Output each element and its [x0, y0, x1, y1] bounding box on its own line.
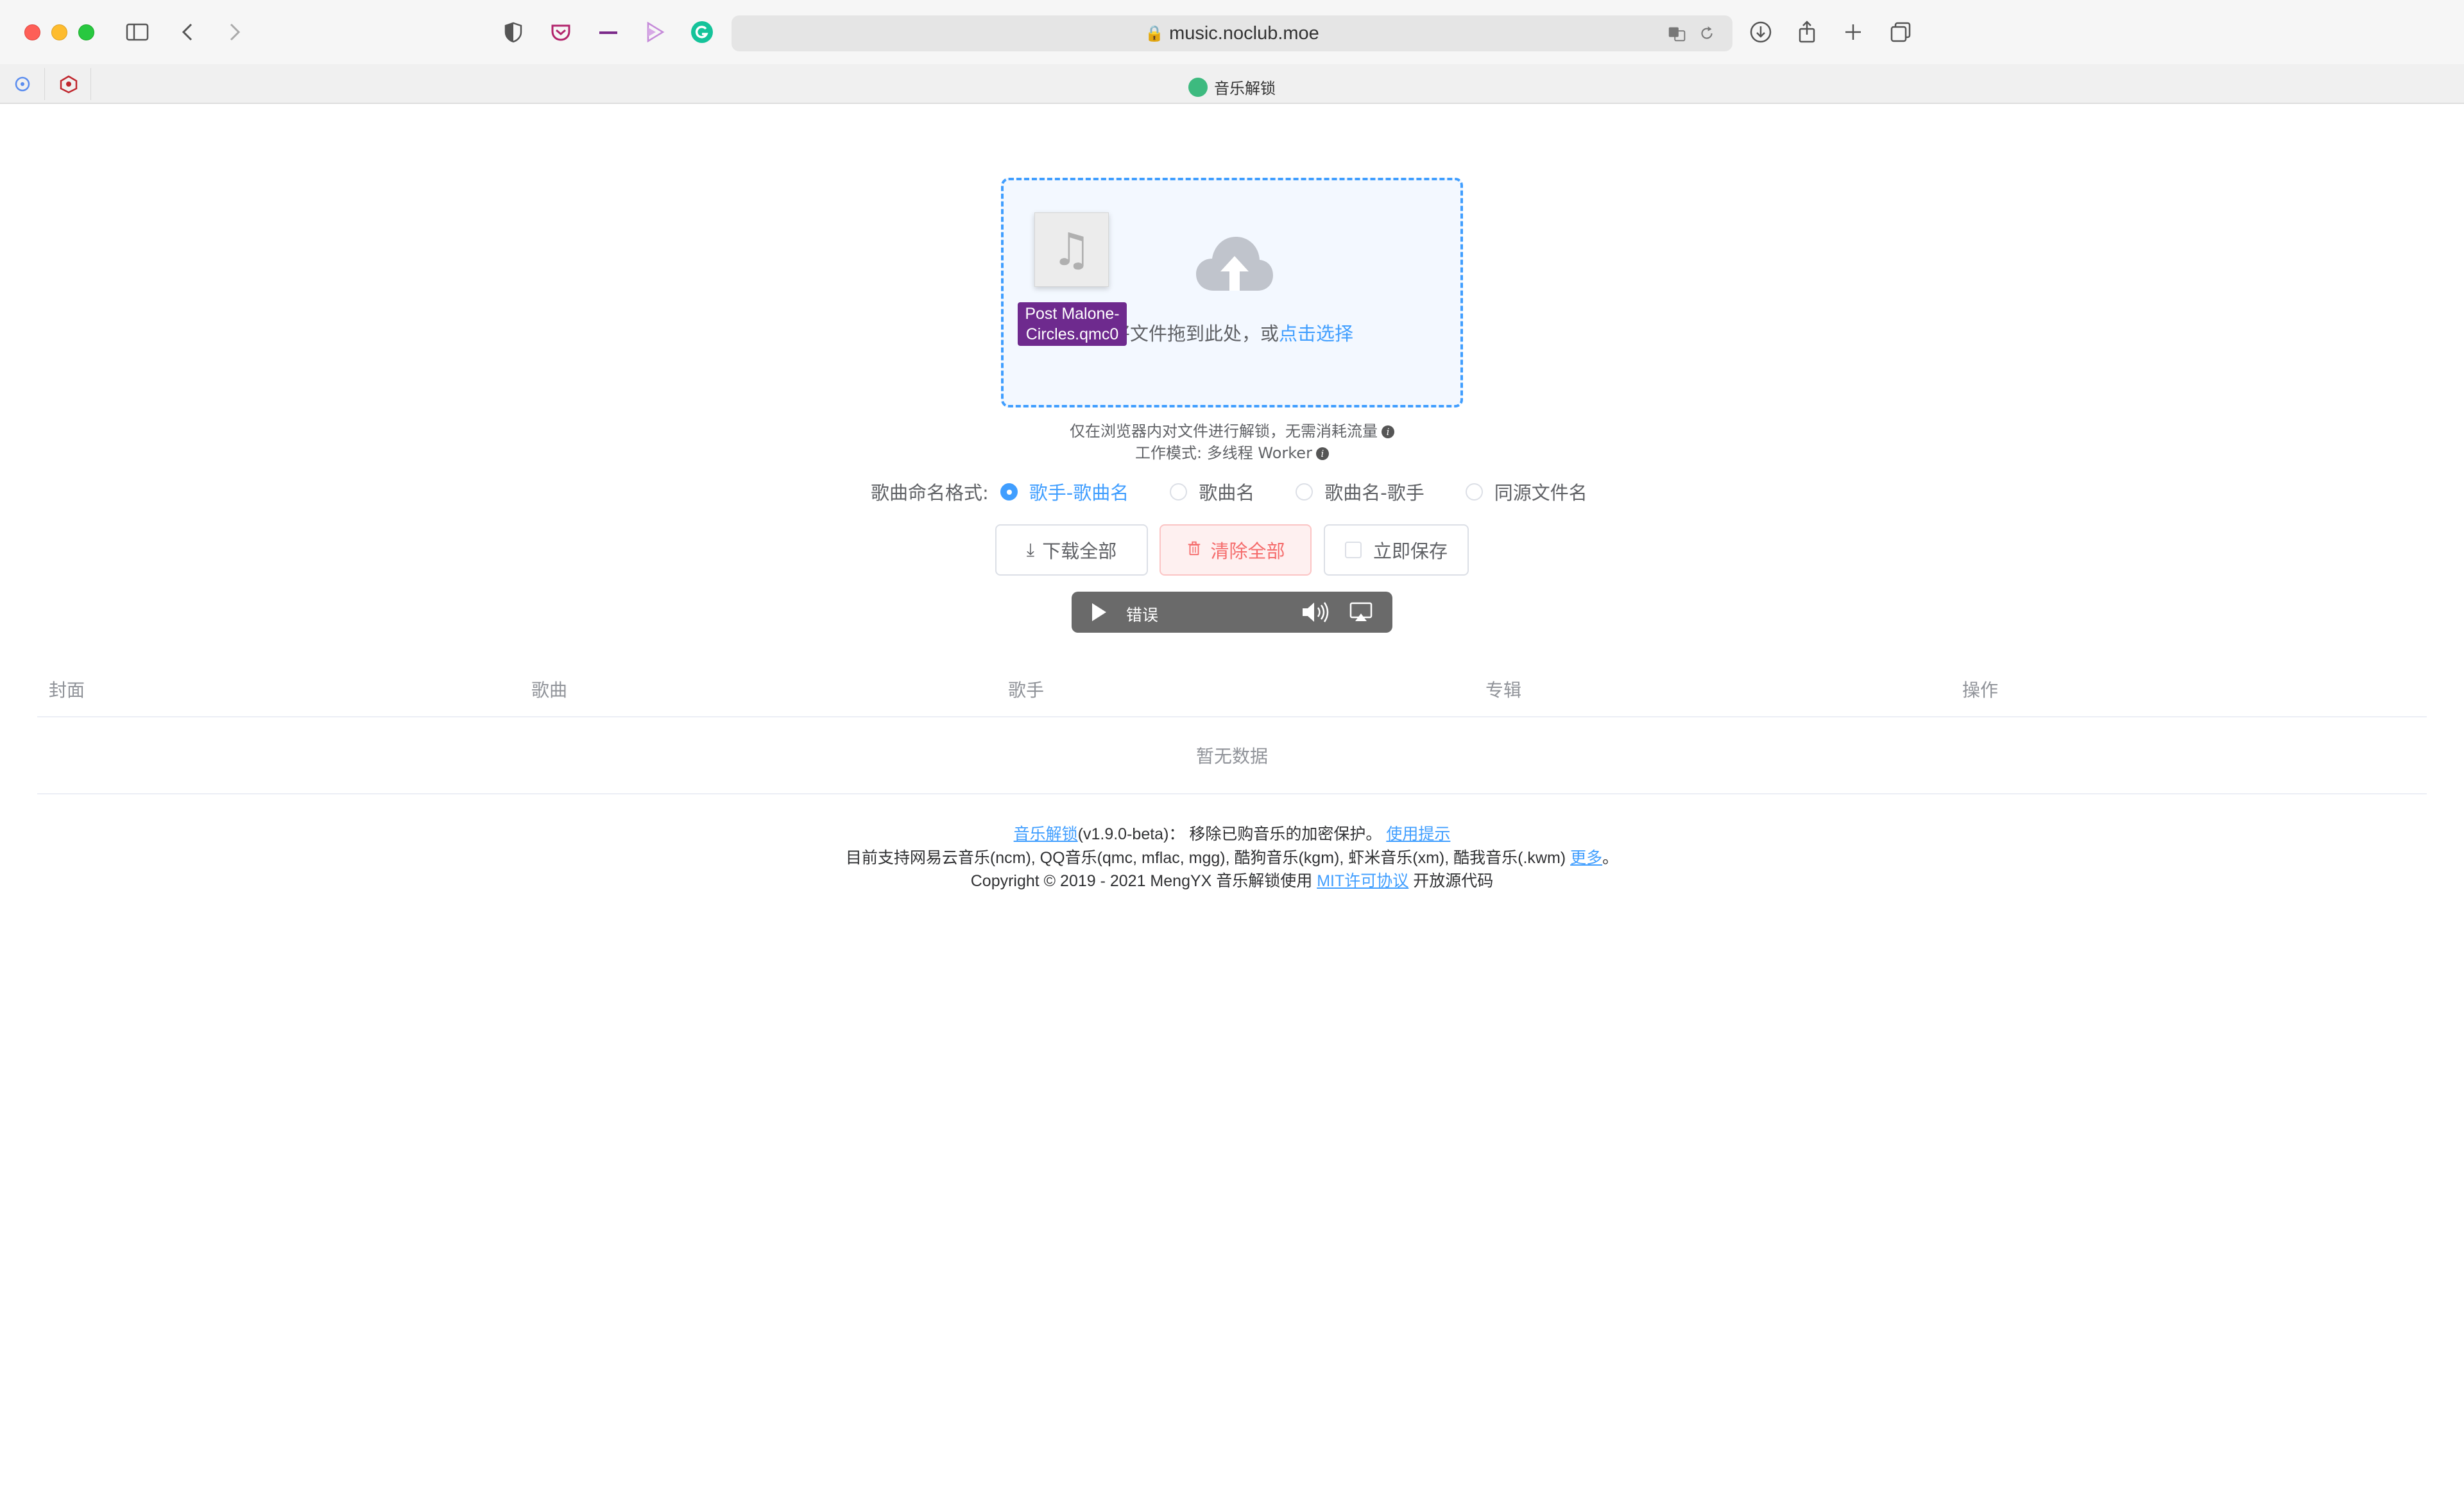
close-window-button[interactable]	[24, 24, 40, 40]
clear-all-label: 清除全部	[1210, 540, 1285, 562]
active-tab[interactable]: 音乐解锁	[0, 76, 2464, 98]
reload-icon[interactable]	[1695, 22, 1718, 45]
radio-label: 同源文件名	[1494, 482, 1587, 504]
app-name-link[interactable]: 音乐解锁	[1014, 825, 1078, 843]
new-tab-icon[interactable]	[1839, 18, 1867, 46]
column-header-cover: 封面	[49, 680, 85, 701]
audio-player: 错误	[1072, 592, 1392, 633]
mit-license-link[interactable]: MIT许可协议	[1317, 872, 1408, 890]
click-select-link[interactable]: 点击选择	[1279, 323, 1353, 345]
tab-title-text: 音乐解锁	[1214, 80, 1276, 98]
airplay-icon[interactable]	[1349, 601, 1373, 624]
radio-indicator[interactable]	[1465, 483, 1483, 501]
usage-tips-link[interactable]: 使用提示	[1386, 825, 1450, 843]
tab-bar: 音乐解锁	[0, 64, 2464, 104]
lock-icon: 🔒	[1145, 24, 1165, 42]
upload-dropzone[interactable]: 将文件拖到此处，或点击选择 ♫ Post Malone-Circles.qmc0	[1001, 178, 1463, 407]
footer-line-2-end: 。	[1602, 849, 1619, 867]
minimize-window-button[interactable]	[51, 24, 67, 40]
address-bar[interactable]: 🔒 music.noclub.moe	[732, 15, 1733, 51]
player-status: 错误	[1126, 606, 1159, 624]
play-icon[interactable]	[1092, 603, 1106, 621]
naming-format-group: 歌曲命名格式: 歌手-歌曲名 歌曲名 歌曲名-歌手 同源文件名	[871, 477, 1617, 506]
naming-format-label: 歌曲命名格式:	[871, 482, 989, 504]
radio-title[interactable]: 歌曲名	[1170, 478, 1254, 505]
radio-title-artist[interactable]: 歌曲名-歌手	[1296, 478, 1425, 505]
dragged-file-music-icon: ♫	[1034, 212, 1109, 287]
maximize-window-button[interactable]	[78, 24, 94, 40]
tip-work-mode-text: 工作模式: 多线程 Worker	[1135, 444, 1312, 462]
copyright-text: Copyright © 2019 - 2021 MengYX 音乐解锁使用	[970, 872, 1313, 890]
tip-local-unlock: 仅在浏览器内对文件进行解锁，无需消耗流量 i	[0, 418, 2464, 441]
footer-line-2: 目前支持网易云音乐(ncm), QQ音乐(qmc, mflac, mgg), 酷…	[0, 845, 2464, 868]
footer-description: 移除已购音乐的加密保护。	[1189, 825, 1382, 843]
footer-line-1: 音乐解锁(v1.9.0-beta)： 移除已购音乐的加密保护。 使用提示	[0, 821, 2464, 844]
column-header-song: 歌曲	[531, 680, 568, 701]
volume-icon[interactable]	[1300, 599, 1330, 625]
url-text: music.noclub.moe	[1169, 22, 1319, 44]
download-all-button[interactable]: ⤓ 下载全部	[995, 524, 1148, 576]
upload-instruction: 将文件拖到此处，或点击选择	[1111, 319, 1353, 346]
tip-work-mode: 工作模式: 多线程 Worker i	[0, 440, 2464, 463]
footer-line-3: Copyright © 2019 - 2021 MengYX 音乐解锁使用 MI…	[0, 868, 2464, 891]
save-now-checkbox-button[interactable]: 立即保存	[1324, 524, 1469, 576]
upload-instruction-text: 将文件拖到此处，或	[1111, 323, 1279, 345]
open-source-text: 开放源代码	[1413, 872, 1494, 890]
column-header-album: 专辑	[1485, 680, 1522, 701]
column-header-artist: 歌手	[1008, 680, 1045, 701]
radio-label: 歌手-歌曲名	[1029, 482, 1129, 504]
browser-toolbar: 🔒 music.noclub.moe	[0, 0, 2464, 64]
cloud-upload-icon	[1196, 237, 1273, 291]
trash-icon	[1186, 540, 1202, 561]
tab-overview-icon[interactable]	[1887, 18, 1915, 46]
back-icon[interactable]	[175, 18, 203, 46]
radio-label: 歌曲名-歌手	[1324, 482, 1425, 504]
supported-formats-text: 目前支持网易云音乐(ncm), QQ音乐(qmc, mflac, mgg), 酷…	[845, 849, 1566, 867]
dragged-file-name: Post Malone-Circles.qmc0	[1018, 302, 1127, 346]
table-empty-text: 暂无数据	[1195, 746, 1268, 767]
info-icon[interactable]: i	[1382, 425, 1394, 438]
translate-icon[interactable]	[1666, 22, 1689, 45]
save-now-label: 立即保存	[1373, 540, 1448, 562]
radio-source-filename[interactable]: 同源文件名	[1465, 478, 1587, 505]
table-empty-state: 暂无数据	[37, 717, 2427, 794]
version-text: (v1.9.0-beta)：	[1077, 825, 1185, 843]
radio-indicator[interactable]	[1170, 483, 1188, 501]
pocket-icon[interactable]	[547, 18, 575, 46]
radio-artist-title[interactable]: 歌手-歌曲名	[1000, 478, 1129, 505]
sidebar-toggle-icon[interactable]	[123, 18, 151, 46]
radio-checked-indicator[interactable]	[1000, 483, 1018, 501]
grammarly-icon[interactable]	[688, 18, 716, 46]
share-icon[interactable]	[1793, 18, 1821, 46]
tip-local-unlock-text: 仅在浏览器内对文件进行解锁，无需消耗流量	[1070, 422, 1378, 440]
download-icon: ⤓	[1026, 539, 1035, 560]
site-favicon-icon	[1188, 77, 1208, 97]
table-header: 封面 歌曲 歌手 专辑 操作	[37, 665, 2427, 717]
radio-label: 歌曲名	[1199, 482, 1255, 504]
downloads-icon[interactable]	[1747, 18, 1775, 46]
info-icon[interactable]: i	[1315, 447, 1329, 460]
file-table: 封面 歌曲 歌手 专辑 操作 暂无数据	[37, 665, 2427, 794]
radio-indicator[interactable]	[1296, 483, 1313, 501]
column-header-actions: 操作	[1962, 680, 1999, 701]
download-all-label: 下载全部	[1042, 540, 1117, 562]
extension-dash-icon[interactable]	[594, 18, 622, 46]
extension-play-icon[interactable]	[640, 18, 669, 46]
save-now-checkbox[interactable]	[1344, 542, 1362, 558]
more-link[interactable]: 更多	[1570, 849, 1602, 867]
forward-icon[interactable]	[219, 18, 248, 46]
privacy-shield-icon[interactable]	[499, 18, 527, 46]
clear-all-button[interactable]: 清除全部	[1159, 524, 1312, 576]
